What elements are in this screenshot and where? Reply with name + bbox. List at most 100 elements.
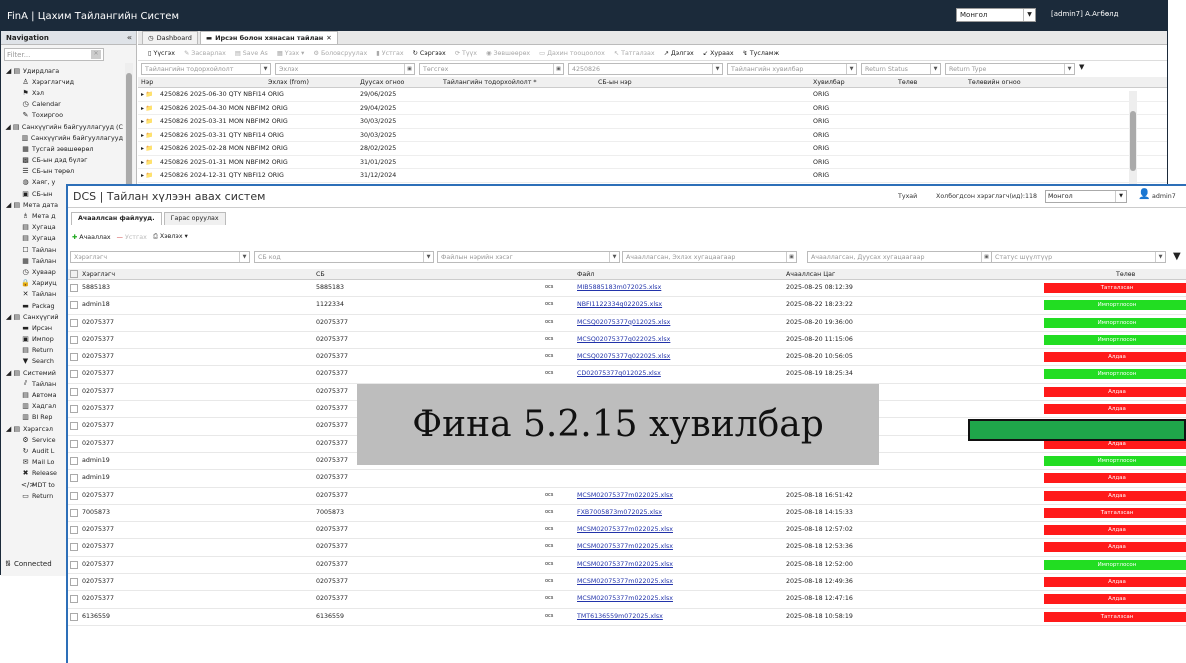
filter-field[interactable]: Return Status ▼ xyxy=(861,63,941,75)
about-link[interactable]: Тухай xyxy=(898,193,917,200)
dcs-toolbar-button[interactable]: ✚ Ачааллах xyxy=(72,234,111,241)
filter-field[interactable]: Эхлэх ▣ xyxy=(275,63,415,75)
dcs-column-header[interactable]: Төлөв xyxy=(1116,271,1135,278)
row-file-link[interactable]: CD02075377q012025.xlsx xyxy=(577,370,661,377)
close-tab-icon[interactable]: ✕ xyxy=(326,34,331,42)
chevron-down-icon[interactable]: ▼ xyxy=(260,64,270,74)
row-file-link[interactable]: MCSM02075377m022025.xlsx xyxy=(577,543,673,550)
upload-row[interactable]: 02075377 02075377 ocs MCSQ02075377q022025.x… xyxy=(68,332,1186,350)
collapse-icon[interactable]: « xyxy=(127,33,132,42)
upload-row[interactable]: admin19 02075377 Алдаа xyxy=(68,470,1186,488)
nav-item[interactable]: ▦ Тусгай зөвшөөрөл xyxy=(3,143,123,154)
upload-row[interactable]: 02075377 02075377 ocs CD02075377q012025.xls… xyxy=(68,366,1186,384)
row-checkbox[interactable] xyxy=(70,318,78,327)
tab-1[interactable]: ▬ Ирсэн болон хянасан тайлан ✕ xyxy=(199,31,338,44)
chevron-down-icon[interactable]: ▼ xyxy=(1023,9,1035,21)
upload-row[interactable]: 02075377 02075377 ocs MCSM02075377m022025.x… xyxy=(68,522,1186,540)
filter-field[interactable]: Тайлангийн тодорхойлолт ▼ xyxy=(141,63,271,75)
dcs-language-select[interactable]: Монгол ▼ xyxy=(1045,190,1127,203)
chevron-down-icon[interactable]: ▼ xyxy=(423,252,433,262)
chevron-down-icon[interactable]: ▼ xyxy=(1155,252,1165,262)
row-checkbox[interactable] xyxy=(70,560,78,569)
upload-row[interactable]: 7005873 7005873 ocs FXB7005873m072025.xlsx 2… xyxy=(68,505,1186,523)
calendar-icon[interactable]: ▣ xyxy=(981,252,991,262)
dcs-filter-field[interactable]: Ачааллагсан, Дуусах хугацаагаар ▣ xyxy=(807,251,992,263)
column-header[interactable]: Хувилбар xyxy=(813,79,845,86)
row-checkbox[interactable] xyxy=(70,422,78,431)
dcs-tab[interactable]: Гарас оруулах xyxy=(163,212,226,225)
dcs-filter-field[interactable]: Файлын нэрийн хэсэг ▼ xyxy=(437,251,620,263)
tab-0[interactable]: ◷ Dashboard xyxy=(142,31,198,44)
calendar-icon[interactable]: ▣ xyxy=(786,252,796,262)
toolbar-button[interactable]: ↙ Хураах xyxy=(703,50,734,57)
report-row[interactable]: ▸ 📁 4250826 2025-04-30 MON NBFIM2 ORIG 29/… xyxy=(138,102,1167,115)
row-file-link[interactable]: TMT6136559m072025.xlsx xyxy=(577,613,663,620)
dcs-column-header[interactable]: Файл xyxy=(577,271,594,278)
column-header[interactable]: Тайлангийн тодорхойлолт * xyxy=(443,79,537,86)
row-file-link[interactable]: MCSQ02075377q022025.xlsx xyxy=(577,353,670,360)
chevron-down-icon[interactable]: ▼ xyxy=(239,252,249,262)
upload-row[interactable]: 02075377 02075377 ocs MCSM02075377m022025.x… xyxy=(68,488,1186,505)
chevron-down-icon[interactable]: ▼ xyxy=(1064,64,1074,74)
column-header[interactable]: СБ-ын нэр xyxy=(598,79,632,86)
fina-grid-scrollbar[interactable] xyxy=(1129,91,1137,186)
nav-item[interactable]: ◢ ▤ Санхүүгийн байгууллагууд (С xyxy=(3,121,123,132)
dcs-column-header[interactable]: Хэрэглэгч xyxy=(82,271,115,278)
nav-item[interactable]: ♙ Хэрэглэгчид xyxy=(3,76,123,87)
column-header[interactable]: Дуусах огноо xyxy=(360,79,404,86)
row-checkbox[interactable] xyxy=(70,526,78,535)
row-file-link[interactable]: MCSM02075377m022025.xlsx xyxy=(577,578,673,585)
filter-field[interactable]: 4250826 ▼ xyxy=(568,63,723,75)
nav-item[interactable]: ▥ Санхүүгийн байгууллагууд xyxy=(3,132,123,143)
upload-row[interactable]: admin18 1122334 ocs NBFI1122334q022025.xlsx… xyxy=(68,297,1186,315)
nav-item[interactable]: ⚑ Хэл xyxy=(3,87,123,98)
toolbar-button[interactable]: ↗ Дэлгэх xyxy=(664,50,694,57)
report-row[interactable]: ▸ 📁 4250826 2025-06-30 QTY NBFI14 ORIG 29/… xyxy=(138,88,1167,102)
filter-field[interactable]: Тайлангийн хувилбар ▼ xyxy=(727,63,857,75)
dcs-filter-field[interactable]: Статус шүүлтүүр ▼ xyxy=(991,251,1166,263)
row-checkbox[interactable] xyxy=(70,370,78,379)
row-checkbox[interactable] xyxy=(70,405,78,414)
column-header[interactable]: Төлөв xyxy=(898,79,917,86)
row-checkbox[interactable] xyxy=(70,578,78,587)
row-checkbox[interactable] xyxy=(70,491,78,500)
row-checkbox[interactable] xyxy=(70,439,78,448)
upload-row[interactable]: 02075377 02075377 ocs MCSQ02075377q012025.x… xyxy=(68,315,1186,332)
nav-item[interactable]: ✎ Тохиргоо xyxy=(3,110,123,121)
upload-row[interactable]: 02075377 02075377 ocs MCSQ02075377q022025.x… xyxy=(68,349,1186,367)
row-file-link[interactable]: FXB7005873m072025.xlsx xyxy=(577,509,662,516)
dcs-column-header[interactable]: Ачааллсан Цаг xyxy=(786,271,835,278)
nav-item[interactable]: ◢ ▤ Удирдлага xyxy=(3,65,123,76)
calendar-icon[interactable]: ▣ xyxy=(404,64,414,74)
row-checkbox[interactable] xyxy=(70,301,78,310)
filter-funnel-icon[interactable]: ▼ xyxy=(1173,251,1181,262)
row-checkbox[interactable] xyxy=(70,353,78,362)
row-checkbox[interactable] xyxy=(70,595,78,604)
calendar-icon[interactable]: ▣ xyxy=(553,64,563,74)
nav-item[interactable]: ◷ Calendar xyxy=(3,99,123,110)
column-header[interactable]: Төлөвийн огноо xyxy=(968,79,1021,86)
dcs-filter-field[interactable]: Ачааллагсан, Эхлэх хугацаагаар ▣ xyxy=(622,251,797,263)
nav-filter-input[interactable]: Filter... ✕ xyxy=(4,48,104,61)
row-file-link[interactable]: MCSM02075377m022025.xlsx xyxy=(577,561,673,568)
filter-field[interactable]: Return Type ▼ xyxy=(945,63,1075,75)
row-checkbox[interactable] xyxy=(70,612,78,621)
upload-row[interactable]: 6136559 6136559 ocs TMT6136559m072025.xlsx 2… xyxy=(68,609,1186,626)
row-checkbox[interactable] xyxy=(70,456,78,465)
toolbar-button[interactable]: ▯ Үүсгэх xyxy=(148,50,175,57)
row-file-link[interactable]: MIB5885183m072025.xlsx xyxy=(577,284,661,291)
dcs-filter-field[interactable]: СБ код ▼ xyxy=(254,251,434,263)
row-file-link[interactable]: MCSM02075377m022025.xlsx xyxy=(577,595,673,602)
report-row[interactable]: ▸ 📁 4250826 2025-01-31 MON NBFIM2 ORIG 31/… xyxy=(138,156,1167,169)
row-checkbox[interactable] xyxy=(70,508,78,517)
upload-row[interactable]: 02075377 02075377 ocs MCSM02075377m022025.x… xyxy=(68,539,1186,557)
dcs-toolbar-button[interactable]: ⎙ Хэвлэх ▾ xyxy=(153,233,188,241)
upload-row[interactable]: 02075377 02075377 ocs MCSM02075377m022025.x… xyxy=(68,574,1186,592)
filter-funnel-icon[interactable]: ▼ xyxy=(1079,63,1084,76)
clear-filter-icon[interactable]: ✕ xyxy=(91,50,101,59)
column-header[interactable]: Эхлэх (from) xyxy=(268,79,309,86)
report-row[interactable]: ▸ 📁 4250826 2024-12-31 QTY NBFI12 ORIG 31/… xyxy=(138,169,1167,183)
upload-row[interactable]: 5885183 5885183 ocs MIB5885183m072025.xlsx 2… xyxy=(68,280,1186,298)
nav-item[interactable]: ▩ СБ-ын дэд бүлэг xyxy=(3,155,123,166)
row-checkbox[interactable] xyxy=(70,387,78,396)
